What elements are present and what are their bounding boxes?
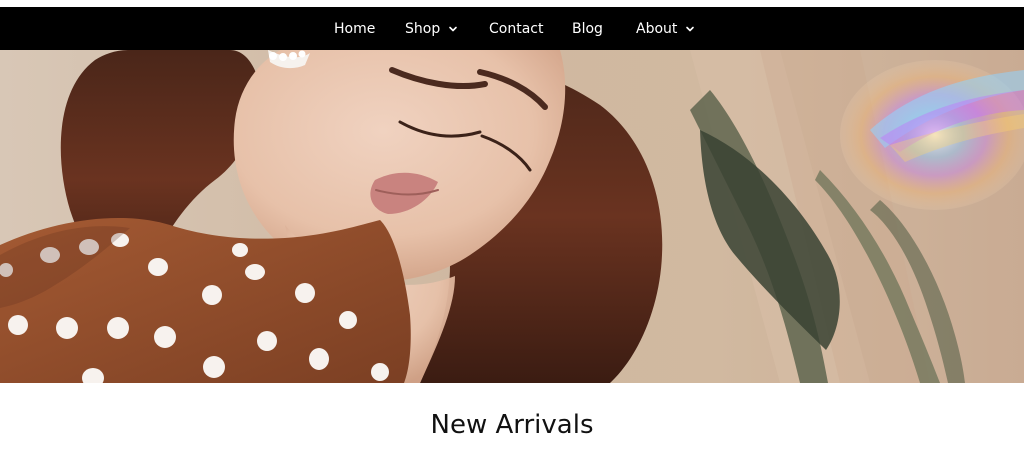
nav-item-blog[interactable]: Blog xyxy=(572,7,603,50)
nav-item-about[interactable]: About xyxy=(636,7,695,50)
hero-banner xyxy=(0,50,1024,383)
nav-item-label: About xyxy=(636,20,678,37)
nav-item-home[interactable]: Home xyxy=(334,7,375,50)
nav-item-label: Home xyxy=(334,20,376,37)
nav-item-label: Blog xyxy=(572,20,603,37)
top-spacer xyxy=(0,0,1024,7)
chevron-down-icon xyxy=(686,26,695,31)
section-title: New Arrivals xyxy=(430,410,594,440)
nav-item-label: Contact xyxy=(489,20,544,37)
nav-item-label: Shop xyxy=(405,20,441,37)
chevron-down-icon xyxy=(449,26,458,31)
hero-image xyxy=(0,50,1024,383)
nav-item-shop[interactable]: Shop xyxy=(405,7,458,50)
nav-item-contact[interactable]: Contact xyxy=(489,7,543,50)
main-navigation: Home Shop Contact Blog About xyxy=(0,7,1024,50)
